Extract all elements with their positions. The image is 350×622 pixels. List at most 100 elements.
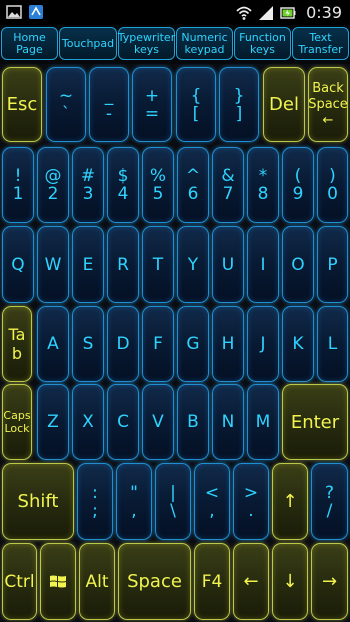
key-u[interactable]: U [212,226,244,303]
tab-function-keys[interactable]: Function keys [234,27,291,60]
key-p[interactable]: P [317,226,348,303]
key-pipe[interactable]: | \ [155,463,191,540]
key-label-top: < [204,482,220,503]
key-label-top: $ [117,166,129,186]
key-k[interactable]: K [282,306,314,382]
key-6[interactable]: ^ 6 [177,147,209,223]
arrow-down-icon: ↓ [282,571,298,592]
key-delete[interactable]: Del [263,67,305,142]
key-label-bottom: 7 [222,184,234,204]
key-backspace[interactable]: Back Space ← [308,67,348,142]
key-j[interactable]: J [247,306,279,382]
key-label-top: > [243,482,259,503]
key-5[interactable]: % 5 [142,147,174,223]
key-esc[interactable]: Esc [2,67,42,142]
key-quote[interactable]: " , [116,463,152,540]
key-minus[interactable]: _ - [89,67,129,142]
key-label: F4 [201,571,223,592]
tab-home-page[interactable]: Home Page [1,27,58,60]
key-x[interactable]: X [72,384,104,460]
keyboard: Esc ~ ` _ - + = { [ } ] Del Back Space ←… [0,64,350,622]
key-label-top: { [190,85,202,106]
key-windows[interactable] [40,543,76,620]
key-d[interactable]: D [107,306,139,382]
key-label-bottom: ] [235,103,243,124]
key-label-bottom: . [248,500,254,521]
clock: 0:39 [306,3,342,22]
key-shift[interactable]: Shift [2,463,74,540]
windows-logo-icon [50,575,66,587]
key-g[interactable]: G [177,306,209,382]
key-question[interactable]: ? / [311,463,348,540]
key-l[interactable]: L [317,306,348,382]
key-label: Caps Lock [3,409,31,435]
image-icon [6,5,22,19]
key-label: G [186,334,200,354]
key-label-bottom: 1 [12,184,24,204]
key-label: N [221,412,235,432]
key-7[interactable]: & 7 [212,147,244,223]
key-plus[interactable]: + = [132,67,172,142]
key-m[interactable]: M [247,384,279,460]
key-f4[interactable]: F4 [194,543,230,620]
key-s[interactable]: S [72,306,104,382]
key-label: D [116,334,130,354]
key-a[interactable]: A [37,306,69,382]
key-e[interactable]: E [72,226,104,303]
key-0[interactable]: ) 0 [317,147,348,223]
key-close-brace[interactable]: } ] [219,67,259,142]
key-4[interactable]: $ 4 [107,147,139,223]
key-tilde[interactable]: ~ ` [46,67,86,142]
key-h[interactable]: H [212,306,244,382]
key-n[interactable]: N [212,384,244,460]
key-label-top: * [258,166,268,186]
key-w[interactable]: W [37,226,69,303]
key-label-bottom: 9 [292,184,304,204]
key-less-than[interactable]: < , [194,463,230,540]
tab-typewriter-keys[interactable]: Typewriter keys [118,27,175,60]
key-tab[interactable]: Ta b [2,306,32,382]
key-8[interactable]: * 8 [247,147,279,223]
key-alt[interactable]: Alt [79,543,115,620]
key-f[interactable]: F [142,306,174,382]
key-label-bottom: ; [92,500,98,521]
key-label: Shift [17,491,59,512]
key-arrow-up[interactable]: ↑ [272,463,308,540]
key-open-brace[interactable]: { [ [176,67,216,142]
key-q[interactable]: Q [2,226,34,303]
wifi-icon [236,6,252,20]
key-b[interactable]: B [177,384,209,460]
key-c[interactable]: C [107,384,139,460]
key-3[interactable]: # 3 [72,147,104,223]
key-enter[interactable]: Enter [282,384,348,460]
key-label-bottom: 2 [47,184,59,204]
key-o[interactable]: O [282,226,314,303]
tab-bar: Home Page Touchpad Typewriter keys Numer… [0,25,350,64]
tab-numeric-keypad[interactable]: Numeric keypad [176,27,233,60]
key-ctrl[interactable]: Ctrl [2,543,37,620]
key-z[interactable]: Z [37,384,69,460]
key-t[interactable]: T [142,226,174,303]
key-arrow-right[interactable]: → [311,543,348,620]
key-space[interactable]: Space [118,543,191,620]
key-arrow-down[interactable]: ↓ [272,543,308,620]
key-colon[interactable]: : ; [77,463,113,540]
key-label-top: : [92,482,98,503]
key-9[interactable]: ( 9 [282,147,314,223]
key-arrow-left[interactable]: ← [233,543,269,620]
arrow-right-icon: → [321,571,338,592]
key-r[interactable]: R [107,226,139,303]
key-v[interactable]: V [142,384,174,460]
key-label: W [44,254,62,275]
key-caps-lock[interactable]: Caps Lock [2,384,32,460]
key-i[interactable]: I [247,226,279,303]
key-label-top: & [221,166,235,186]
key-1[interactable]: ! 1 [2,147,34,223]
tab-text-transfer[interactable]: Text Transfer [292,27,349,60]
key-label-bottom: [ [192,103,200,124]
tab-touchpad[interactable]: Touchpad [59,27,117,60]
key-greater-than[interactable]: > . [233,463,269,540]
key-2[interactable]: @ 2 [37,147,69,223]
key-y[interactable]: Y [177,226,209,303]
key-label: O [291,254,305,275]
